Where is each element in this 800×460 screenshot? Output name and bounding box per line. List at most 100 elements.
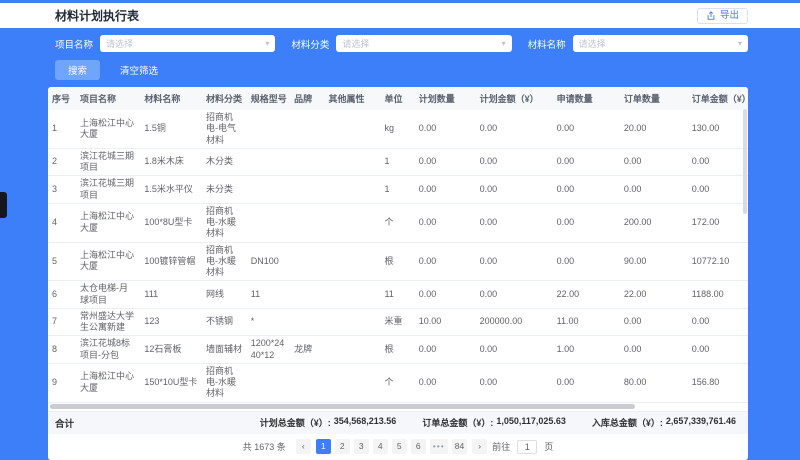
horizontal-scrollbar[interactable] — [48, 403, 748, 411]
table-cell: DN100 — [247, 242, 290, 281]
column-header: 序号 — [48, 87, 76, 110]
table-row[interactable]: 6太仓电梯-月球项目111网线11110.000.0022.0022.00118… — [48, 281, 748, 309]
table-cell: 根 — [380, 336, 414, 364]
filter-actions: 搜索 清空筛选 — [55, 60, 748, 80]
table-row[interactable]: 3滨江花城三期项目1.5米水平仪未分类10.000.000.000.000.00 — [48, 176, 748, 204]
summary-label: 入库总金额（¥）: — [592, 416, 663, 429]
table-cell: 0.00 — [476, 242, 553, 281]
table-cell: 招商机电-电气材料 — [202, 110, 247, 148]
table-header-row: 序号项目名称材料名称材料分类规格型号品牌其他属性单位计划数量计划金额（¥）申请数… — [48, 87, 748, 110]
page-button[interactable]: 3 — [354, 439, 369, 454]
summary-value: 2,657,339,761.46 — [666, 416, 736, 429]
clear-filter-button[interactable]: 清空筛选 — [120, 63, 158, 77]
chevron-down-icon: ▾ — [502, 40, 506, 48]
table-cell: * — [247, 308, 290, 336]
table-cell: 156.80 — [688, 363, 748, 402]
column-header: 计划金额（¥） — [476, 87, 553, 110]
summary-item: 入库总金额（¥）:2,657,339,761.46 — [592, 416, 736, 429]
table-cell: 根 — [380, 242, 414, 281]
select-placeholder: 请选择 — [106, 37, 133, 50]
page-button[interactable]: 2 — [335, 439, 350, 454]
page-button[interactable]: 6 — [411, 439, 426, 454]
table-cell: 0.00 — [553, 363, 620, 402]
table-cell: 0.00 — [415, 110, 476, 148]
table-cell: 0.00 — [415, 336, 476, 364]
column-header: 单位 — [380, 87, 414, 110]
table-row[interactable]: 5上海松江中心大厦100镀锌管帽招商机电-水暖材料DN100根0.000.000… — [48, 242, 748, 281]
table-cell: 太仓电梯-月球项目 — [76, 281, 140, 309]
filter-select[interactable]: 请选择▾ — [573, 35, 748, 52]
table-cell: 200.00 — [620, 203, 688, 242]
export-button[interactable]: 导出 — [697, 8, 748, 24]
table-cell: 1.00 — [553, 336, 620, 364]
pagination-total: 共 1673 条 — [243, 440, 286, 453]
filter-select[interactable]: 请选择▾ — [336, 35, 511, 52]
table-cell: 1 — [380, 148, 414, 176]
table-row[interactable]: 2滨江花城三期项目1.8米木床木分类10.000.000.000.000.00 — [48, 148, 748, 176]
chevron-down-icon: ▾ — [265, 40, 269, 48]
table-cell: 0.00 — [688, 336, 748, 364]
horizontal-scrollbar-thumb[interactable] — [50, 404, 635, 409]
search-button[interactable]: 搜索 — [55, 60, 100, 80]
table-row[interactable]: 4上海松江中心大厦100*8U型卡招商机电-水暖材料个0.000.000.002… — [48, 203, 748, 242]
table-row[interactable]: 7常州盛达大学生公寓新建123不锈钢*米重10.00200000.0011.00… — [48, 308, 748, 336]
select-placeholder: 请选择 — [579, 37, 606, 50]
table-cell — [324, 242, 380, 281]
vertical-scrollbar[interactable] — [743, 109, 747, 214]
filter-label: 项目名称 — [55, 37, 93, 51]
summary-total-label: 合计 — [55, 416, 74, 430]
table-cell — [247, 148, 290, 176]
table-cell: 11 — [247, 281, 290, 309]
pagination: 共 1673 条 ‹ 123456•••84 › 前往 页 — [48, 434, 748, 460]
table-row[interactable]: 8滨江花城8标项目-分包12石膏板墙面辅材1200*2440*12龙牌根0.00… — [48, 336, 748, 364]
table-cell: 130.00 — [688, 110, 748, 148]
table-cell: 1188.00 — [688, 281, 748, 309]
table-wrap: 序号项目名称材料名称材料分类规格型号品牌其他属性单位计划数量计划金额（¥）申请数… — [48, 87, 748, 403]
table-cell: 11.00 — [553, 308, 620, 336]
table-cell: 0.00 — [553, 148, 620, 176]
table-cell: 10.00 — [415, 308, 476, 336]
table-cell: 7 — [48, 308, 76, 336]
table-cell: 0.00 — [620, 308, 688, 336]
table-row[interactable]: 1上海松江中心大厦1.5铜招商机电-电气材料kg0.000.000.0020.0… — [48, 110, 748, 148]
table-cell: 11 — [380, 281, 414, 309]
goto-page-input[interactable] — [517, 440, 537, 454]
table-cell: 1 — [380, 176, 414, 204]
table-cell: 0.00 — [476, 336, 553, 364]
table-cell: 0.00 — [476, 281, 553, 309]
table-body: 1上海松江中心大厦1.5铜招商机电-电气材料kg0.000.000.0020.0… — [48, 110, 748, 402]
page-button[interactable]: 4 — [373, 439, 388, 454]
sidebar-handle[interactable] — [0, 192, 7, 218]
summary-item: 订单总金额（¥）:1,050,117,025.63 — [422, 416, 566, 429]
table-cell — [290, 363, 324, 402]
table-cell: 1200*2440*12 — [247, 336, 290, 364]
table-cell: 0.00 — [415, 363, 476, 402]
table-cell: 22.00 — [620, 281, 688, 309]
chevron-right-icon: › — [478, 442, 481, 451]
table-cell — [324, 203, 380, 242]
table-row[interactable]: 9上海松江中心大厦150*10U型卡招商机电-水暖材料个0.000.000.00… — [48, 363, 748, 402]
page-button[interactable]: 1 — [316, 439, 331, 454]
table-cell: kg — [380, 110, 414, 148]
table-cell: 200000.00 — [476, 308, 553, 336]
table-cell: 0.00 — [415, 203, 476, 242]
summary-item: 计划总金额（¥）:354,568,213.56 — [260, 416, 397, 429]
table-cell: 1.8米木床 — [140, 148, 202, 176]
page-button[interactable]: ••• — [430, 439, 448, 454]
page-button[interactable]: 84 — [452, 439, 467, 454]
table-cell: 0.00 — [415, 176, 476, 204]
page-button[interactable]: 5 — [392, 439, 407, 454]
table-cell — [247, 203, 290, 242]
table-cell — [290, 308, 324, 336]
header-bar: 材料计划执行表 导出 — [0, 3, 800, 28]
table-cell: 0.00 — [476, 363, 553, 402]
prev-page-button[interactable]: ‹ — [296, 439, 311, 454]
table-cell: 9 — [48, 363, 76, 402]
table-cell — [247, 363, 290, 402]
pager-pages: 123456 ••• 84 — [316, 439, 467, 454]
filter-select[interactable]: 请选择 ▾ — [100, 35, 275, 52]
column-header: 项目名称 — [76, 87, 140, 110]
next-page-button[interactable]: › — [472, 439, 487, 454]
table-cell: 90.00 — [620, 242, 688, 281]
table-cell — [324, 110, 380, 148]
